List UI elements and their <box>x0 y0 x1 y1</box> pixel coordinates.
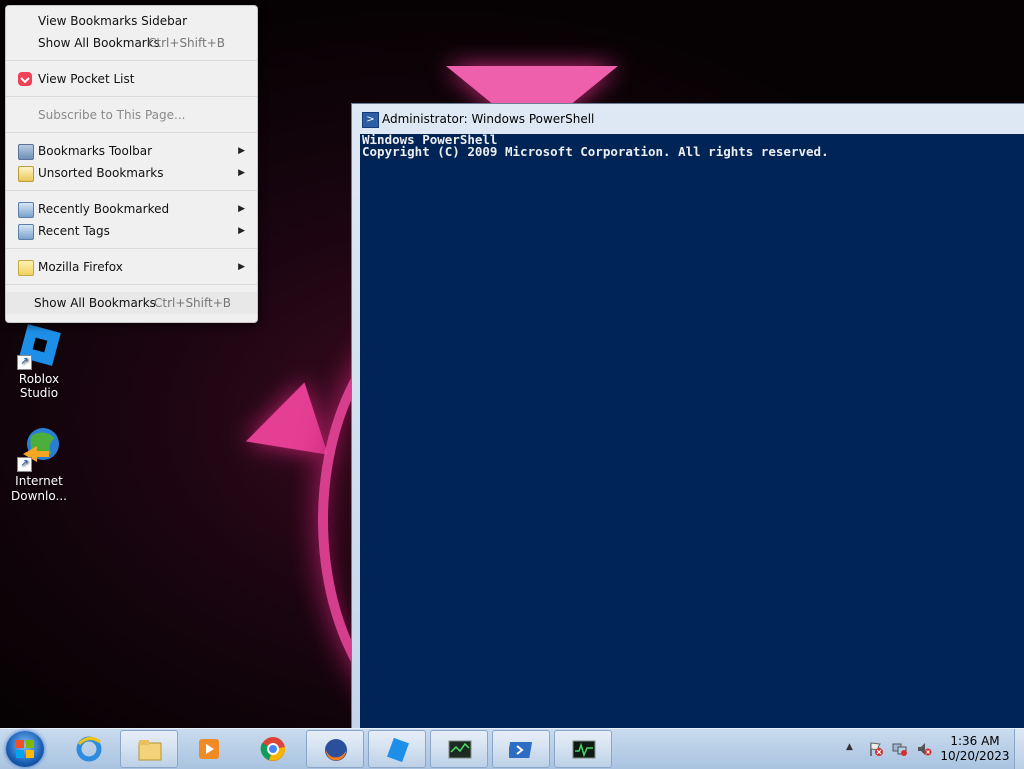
bookmarks-menu: View Bookmarks Sidebar Show All Bookmark… <box>5 5 258 323</box>
taskbar-roblox-studio[interactable] <box>368 730 426 768</box>
shortcut-arrow-icon: ↗ <box>17 355 32 370</box>
start-button[interactable] <box>6 731 44 767</box>
show-hidden-icons-button[interactable]: ▲ <box>846 742 853 752</box>
menu-item-unsorted-bookmarks[interactable]: Unsorted Bookmarks ▶ <box>6 162 257 184</box>
menu-item-shortcut: Ctrl+Shift+B <box>154 296 231 310</box>
internet-download-manager-icon: ↗ <box>15 424 63 472</box>
window-titlebar[interactable]: > Administrator: Windows PowerShell <box>352 104 1024 134</box>
taskbar-resource-monitor[interactable] <box>554 730 612 768</box>
submenu-arrow-icon: ▶ <box>238 204 245 214</box>
unsorted-bookmarks-icon <box>18 166 34 182</box>
submenu-arrow-icon: ▶ <box>238 262 245 272</box>
powershell-window[interactable]: > Administrator: Windows PowerShell Wind… <box>351 103 1024 730</box>
menu-item-label: Recent Tags <box>38 224 110 238</box>
volume-muted-icon[interactable] <box>916 741 932 757</box>
menu-item-view-bookmarks-sidebar[interactable]: View Bookmarks Sidebar <box>6 10 257 32</box>
windows-logo-icon <box>15 739 35 759</box>
resource-monitor-icon <box>571 737 597 763</box>
menu-item-label: Subscribe to This Page... <box>38 108 186 122</box>
menu-item-label: Recently Bookmarked <box>38 202 170 216</box>
taskbar-powershell[interactable] <box>492 730 550 768</box>
submenu-arrow-icon: ▶ <box>238 146 245 156</box>
menu-item-view-pocket-list[interactable]: View Pocket List <box>6 68 257 90</box>
media-player-icon <box>196 736 222 762</box>
action-center-flag-icon[interactable] <box>868 741 884 757</box>
firefox-icon <box>323 737 349 763</box>
desktop-icon-label-text: Internet Downlo... <box>11 474 67 503</box>
desktop-icon-roblox-studio[interactable]: ↗ Roblox Studio <box>0 322 78 400</box>
submenu-arrow-icon: ▶ <box>238 226 245 236</box>
network-icon[interactable] <box>892 741 908 757</box>
menu-separator <box>6 248 257 249</box>
taskbar-media-player[interactable] <box>180 730 236 766</box>
window-title: Administrator: Windows PowerShell <box>382 112 595 126</box>
chrome-icon <box>260 736 286 762</box>
taskbar-firefox[interactable] <box>306 730 364 768</box>
pocket-icon <box>18 72 32 86</box>
menu-item-show-all-bookmarks[interactable]: Show All Bookmarks Ctrl+Shift+B <box>6 32 257 54</box>
clock-date: 10/20/2023 <box>940 749 1010 763</box>
smart-folder-icon <box>18 202 34 218</box>
menu-separator <box>6 96 257 97</box>
submenu-arrow-icon: ▶ <box>238 168 245 178</box>
menu-item-mozilla-firefox[interactable]: Mozilla Firefox ▶ <box>6 256 257 278</box>
roblox-studio-icon <box>385 737 411 763</box>
menu-footer-show-all-bookmarks[interactable]: Show All Bookmarks Ctrl+Shift+B <box>6 292 257 314</box>
roblox-studio-icon: ↗ <box>15 322 63 370</box>
clock-time: 1:36 AM <box>950 734 1000 748</box>
taskbar-chrome[interactable] <box>244 730 300 766</box>
menu-item-label: Show All Bookmarks <box>38 36 160 50</box>
desktop-icon-label: Internet Downlo... <box>0 474 78 504</box>
wallpaper-triangle-left <box>234 382 328 478</box>
shortcut-arrow-icon: ↗ <box>17 457 32 472</box>
menu-separator <box>6 190 257 191</box>
clock[interactable]: 1:36 AM 10/20/2023 <box>940 734 1010 764</box>
menu-item-recent-tags[interactable]: Recent Tags ▶ <box>6 220 257 242</box>
menu-separator <box>6 60 257 61</box>
menu-item-subscribe-to-page[interactable]: Subscribe to This Page... <box>6 104 257 126</box>
bookmarks-toolbar-icon <box>18 144 34 160</box>
taskbar-task-manager[interactable] <box>430 730 488 768</box>
menu-item-label: Unsorted Bookmarks <box>38 166 164 180</box>
menu-item-label: Bookmarks Toolbar <box>38 144 153 158</box>
menu-item-label: View Bookmarks Sidebar <box>38 14 188 28</box>
folder-icon <box>18 260 34 276</box>
taskbar-file-explorer[interactable] <box>120 730 178 768</box>
internet-explorer-icon <box>76 736 102 762</box>
powershell-icon <box>507 737 535 763</box>
menu-item-shortcut: Ctrl+Shift+B <box>148 36 225 50</box>
desktop-icon-internet-download-manager[interactable]: ↗ Internet Downlo... <box>0 424 78 504</box>
menu-item-bookmarks-toolbar[interactable]: Bookmarks Toolbar ▶ <box>6 140 257 162</box>
menu-item-label: Show All Bookmarks <box>34 296 156 310</box>
console-output[interactable]: Windows PowerShell Copyright (C) 2009 Mi… <box>360 133 1024 729</box>
menu-item-label: View Pocket List <box>38 72 135 86</box>
show-desktop-button[interactable] <box>1014 729 1024 769</box>
taskbar-internet-explorer[interactable] <box>60 730 116 766</box>
smart-folder-icon <box>18 224 34 240</box>
menu-item-label: Mozilla Firefox <box>38 260 123 274</box>
menu-separator <box>6 284 257 285</box>
file-explorer-icon <box>137 737 163 763</box>
task-manager-icon <box>447 737 473 763</box>
console-line: Copyright (C) 2009 Microsoft Corporation… <box>362 144 829 159</box>
taskbar: ▲ 1:36 AM 10/20/2023 <box>0 728 1024 769</box>
powershell-icon: > <box>362 112 379 128</box>
menu-item-recently-bookmarked[interactable]: Recently Bookmarked ▶ <box>6 198 257 220</box>
desktop-icon-label: Roblox Studio <box>18 372 60 400</box>
menu-separator <box>6 132 257 133</box>
